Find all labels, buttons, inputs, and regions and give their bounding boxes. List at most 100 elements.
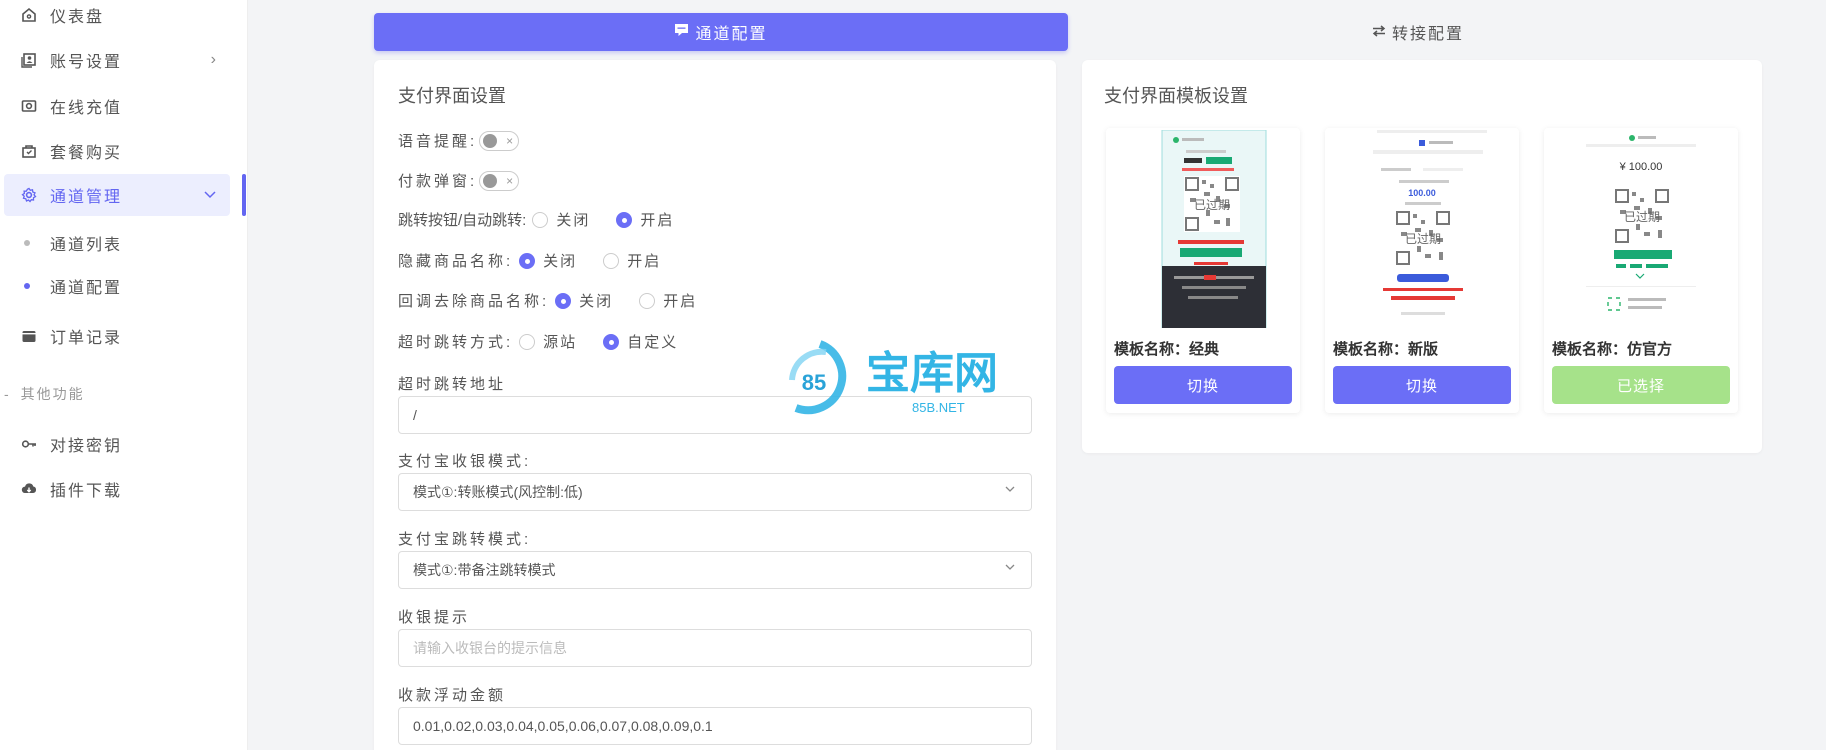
timeout-url-label: 超时跳转地址: [398, 376, 507, 393]
sidebar-item-plugin-download[interactable]: 插件下载: [0, 468, 232, 510]
template-preview: 已过期: [1118, 130, 1288, 328]
timeout-custom-radio[interactable]: [603, 333, 620, 350]
voice-reminder-switch[interactable]: ×: [479, 130, 520, 151]
timeout-source-radio[interactable]: [519, 333, 536, 350]
float-amount-input[interactable]: 0.01,0.02,0.03,0.04,0.05,0.06,0.07,0.08,…: [398, 707, 1032, 745]
watermark-logo: 85 宝库网 85B.NET: [784, 340, 1024, 427]
alipay-mode-select[interactable]: 模式①:转账模式(风控制:低): [398, 473, 1032, 511]
timeout-jump-mode-row: 超时跳转方式: 源站 自定义: [398, 331, 698, 352]
payment-popup-switch[interactable]: ×: [479, 170, 520, 191]
jump-button-row: 跳转按钮/自动跳转: 关闭 开启: [398, 209, 694, 230]
sidebar-item-label: 通道管理: [50, 189, 123, 206]
option-label: 关闭: [543, 253, 578, 270]
user-card-icon: [20, 51, 38, 69]
close-icon: ×: [506, 173, 514, 188]
watermark-logo-text: 85: [802, 370, 826, 395]
dash-icon: -: [4, 386, 11, 402]
tab-label: 通道配置: [695, 26, 768, 43]
active-indicator: [242, 174, 246, 216]
selected-template-button[interactable]: 已选择: [1552, 366, 1730, 404]
sidebar-item-label: 账号设置: [50, 54, 123, 71]
watermark-text: 宝库网: [866, 348, 998, 399]
tab-transfer-config[interactable]: 转接配置: [1078, 13, 1758, 51]
wallet-icon: [20, 327, 38, 345]
alipay-mode-label: 支付宝收银模式:: [398, 453, 532, 470]
bag-icon: [20, 142, 38, 160]
select-value: 模式①:转账模式(风控制:低): [413, 484, 583, 500]
sidebar-item-recharge[interactable]: 在线充值: [0, 85, 232, 127]
sidebar-item-dashboard[interactable]: 仪表盘: [0, 0, 232, 36]
chevron-down-icon: [204, 188, 216, 202]
watermark-sub: 85B.NET: [912, 400, 965, 415]
cloud-download-icon: [20, 480, 38, 498]
field-label: 回调去除商品名称:: [398, 293, 550, 310]
hide-product-name-row: 隐藏商品名称: 关闭 开启: [398, 250, 681, 271]
expired-text: 已过期: [1405, 232, 1441, 246]
chevron-down-icon: [1005, 564, 1015, 570]
sidebar-item-label: 插件下载: [50, 483, 123, 500]
camera-icon: [20, 97, 38, 115]
switch-template-button[interactable]: 切换: [1333, 366, 1511, 404]
close-icon: ×: [506, 133, 514, 148]
gear-icon: [20, 186, 38, 204]
sidebar-item-label: 仪表盘: [50, 9, 105, 26]
option-label: 开启: [640, 212, 675, 229]
chevron-down-icon: [1005, 486, 1015, 492]
template-card-new: 100.00 已过期 模板名称：新版 切换: [1325, 128, 1519, 413]
tab-label: 转接配置: [1391, 26, 1464, 43]
section-label-other: - 其他功能: [4, 386, 85, 402]
alipay-jump-select[interactable]: 模式①:带备注跳转模式: [398, 551, 1032, 589]
payment-popup-row: 付款弹窗: ×: [398, 170, 520, 191]
template-name: 模板名称：经典: [1114, 341, 1220, 358]
jump-off-radio[interactable]: [532, 211, 549, 228]
sidebar-subitem-channel-list[interactable]: 通道列表: [0, 223, 232, 263]
swap-icon: [1372, 24, 1386, 41]
cashier-tip-input[interactable]: 请输入收银台的提示信息: [398, 629, 1032, 667]
option-label: 关闭: [579, 293, 614, 310]
cashier-tip-label: 收银提示: [398, 609, 471, 626]
field-label: 跳转按钮/自动跳转:: [398, 212, 527, 229]
callback-remove-name-row: 回调去除商品名称: 关闭 开启: [398, 290, 717, 311]
template-name: 模板名称：新版: [1333, 341, 1439, 358]
bullet-icon: [24, 283, 30, 289]
expired-text: 已过期: [1624, 210, 1660, 224]
option-label: 开启: [627, 253, 662, 270]
sidebar: 仪表盘 账号设置 › 在线充值 套餐购买 通道管理 通道列表 通道配置 订单记录…: [0, 0, 248, 750]
select-value: 模式①:带备注跳转模式: [413, 562, 556, 578]
callback-off-radio[interactable]: [555, 292, 572, 309]
sidebar-item-account-settings[interactable]: 账号设置 ›: [0, 39, 232, 81]
template-name: 模板名称：仿官方: [1552, 341, 1673, 358]
option-label: 关闭: [556, 212, 591, 229]
template-preview: ¥ 100.00 已过期: [1556, 130, 1726, 328]
field-label: 付款弹窗:: [398, 173, 478, 190]
jump-on-radio[interactable]: [616, 211, 633, 228]
sidebar-item-label: 对接密钥: [50, 438, 123, 455]
callback-on-radio[interactable]: [639, 292, 656, 309]
sidebar-item-package[interactable]: 套餐购买: [0, 130, 232, 172]
sidebar-subitem-channel-config[interactable]: 通道配置: [0, 266, 232, 306]
chat-icon: [674, 23, 689, 41]
option-label: 自定义: [627, 334, 679, 351]
sidebar-item-label: 在线充值: [50, 100, 123, 117]
sidebar-item-orders[interactable]: 订单记录: [0, 315, 232, 357]
sidebar-subitem-label: 通道配置: [50, 280, 123, 297]
field-label: 超时跳转方式:: [398, 334, 514, 351]
voice-reminder-row: 语音提醒: ×: [398, 130, 520, 151]
sidebar-item-label: 订单记录: [50, 330, 123, 347]
hide-on-radio[interactable]: [603, 252, 620, 269]
sidebar-item-label: 套餐购买: [50, 145, 123, 162]
sidebar-subitem-label: 通道列表: [50, 237, 123, 254]
field-label: 隐藏商品名称:: [398, 253, 514, 270]
float-amount-label: 收款浮动金额: [398, 687, 507, 704]
template-preview: 100.00 已过期: [1337, 130, 1507, 328]
hide-off-radio[interactable]: [519, 252, 536, 269]
alipay-jump-label: 支付宝跳转模式:: [398, 531, 532, 548]
sidebar-item-channel-management[interactable]: 通道管理: [4, 174, 230, 216]
home-icon: [20, 6, 38, 24]
sidebar-item-api-key[interactable]: 对接密钥: [0, 423, 232, 465]
field-label: 语音提醒:: [398, 133, 478, 150]
card-title: 支付界面设置: [398, 86, 506, 106]
switch-knob: [483, 173, 498, 188]
switch-template-button[interactable]: 切换: [1114, 366, 1292, 404]
tab-channel-config[interactable]: 通道配置: [374, 13, 1068, 51]
